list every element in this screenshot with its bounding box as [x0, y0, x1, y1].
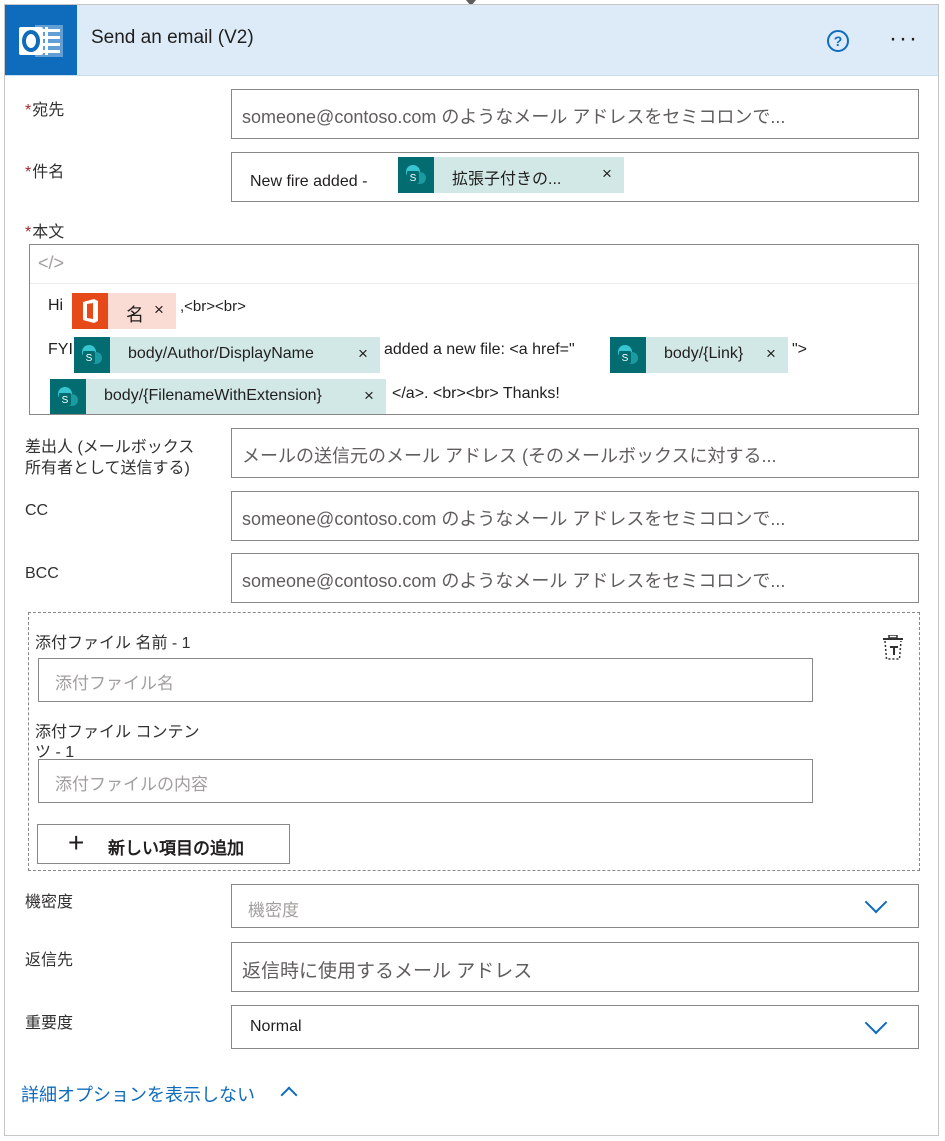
code-view-icon[interactable]: </> — [38, 253, 64, 274]
attachment-name-label: 添付ファイル 名前 - 1 — [35, 635, 191, 652]
from-label: 差出人 (メールボックス 所有者として送信する) — [25, 439, 195, 477]
subject-field[interactable]: New fire added - S 拡張子付きの... × — [231, 152, 919, 202]
required-mark: * — [25, 164, 32, 181]
reply-to-placeholder: 返信時に使用するメール アドレス — [242, 961, 533, 982]
body-toolbar: </> — [30, 245, 918, 284]
attachment-name-placeholder: 添付ファイル名 — [55, 674, 174, 693]
body-token-name[interactable]: 名 × — [72, 293, 176, 329]
add-new-item-label: 新しい項目の追加 — [108, 839, 244, 858]
sharepoint-icon: S — [398, 157, 434, 193]
token-remove-icon[interactable]: × — [766, 344, 776, 364]
to-field[interactable]: someone@contoso.com のようなメール アドレスをセミコロンで.… — [231, 89, 919, 139]
from-field[interactable]: メールの送信元のメール アドレス (そのメールボックスに対する... — [231, 428, 919, 478]
svg-text:S: S — [622, 353, 629, 364]
to-placeholder: someone@contoso.com のようなメール アドレスをセミコロンで.… — [242, 107, 786, 127]
bcc-placeholder: someone@contoso.com のようなメール アドレスをセミコロンで.… — [242, 571, 786, 591]
body-token-link[interactable]: S body/{Link} × — [610, 337, 788, 373]
body-label: *本文 — [25, 224, 65, 241]
required-mark: * — [25, 224, 32, 241]
plus-icon: + — [68, 827, 85, 858]
body-text: "> — [792, 341, 808, 358]
body-text: ,<br><br> — [180, 298, 246, 315]
body-editor[interactable]: </> Hi 名 × ,<br><br> FYI S body/Author/D… — [29, 244, 919, 415]
bcc-field[interactable]: someone@contoso.com のようなメール アドレスをセミコロンで.… — [231, 553, 919, 603]
action-card: Send an email (V2) ? ··· *宛先 someone@con… — [4, 4, 939, 1136]
token-remove-icon[interactable]: × — [364, 386, 374, 406]
svg-text:S: S — [86, 353, 93, 364]
chevron-up-icon[interactable] — [280, 1086, 298, 1104]
cc-placeholder: someone@contoso.com のようなメール アドレスをセミコロンで.… — [242, 509, 786, 529]
svg-text:S: S — [62, 395, 69, 406]
attachment-content-field[interactable]: 添付ファイルの内容 — [38, 759, 813, 803]
token-label: body/Author/DisplayName — [128, 345, 314, 362]
token-label: body/{FilenameWithExtension} — [104, 387, 322, 404]
cc-field[interactable]: someone@contoso.com のようなメール アドレスをセミコロンで.… — [231, 491, 919, 541]
token-label: 名 — [126, 305, 144, 325]
more-options-icon[interactable]: ··· — [889, 25, 919, 53]
help-icon[interactable]: ? — [827, 30, 849, 52]
cc-label: CC — [25, 502, 49, 519]
delete-item-icon[interactable] — [881, 634, 905, 661]
attachment-content-label: 添付ファイル コンテン ツ - 1 — [35, 724, 200, 759]
body-text: Hi — [48, 297, 64, 314]
svg-text:S: S — [410, 173, 417, 184]
card-header[interactable]: Send an email (V2) ? ··· — [5, 5, 938, 76]
reply-to-label: 返信先 — [25, 952, 74, 969]
sensitivity-label: 機密度 — [25, 894, 74, 911]
sensitivity-dropdown[interactable]: 機密度 — [231, 884, 919, 928]
office-icon — [72, 293, 108, 329]
token-label: body/{Link} — [664, 345, 744, 362]
subject-label: *件名 — [25, 164, 65, 181]
body-text: FYI — [48, 341, 73, 358]
subject-token[interactable]: S 拡張子付きの... × — [398, 157, 624, 193]
importance-label: 重要度 — [25, 1015, 74, 1032]
token-label: 拡張子付きの... — [452, 171, 562, 188]
importance-dropdown[interactable]: Normal — [231, 1005, 919, 1049]
attachment-content-placeholder: 添付ファイルの内容 — [55, 775, 208, 794]
attachment-name-field[interactable]: 添付ファイル名 — [38, 658, 813, 702]
token-remove-icon[interactable]: × — [358, 344, 368, 364]
sharepoint-icon: S — [50, 379, 86, 414]
body-token-author[interactable]: S body/Author/DisplayName × — [74, 337, 380, 373]
add-new-item-button[interactable]: + 新しい項目の追加 — [37, 824, 290, 864]
chevron-down-icon — [864, 1011, 888, 1035]
sensitivity-placeholder: 機密度 — [248, 901, 299, 920]
action-title: Send an email (V2) — [91, 27, 254, 48]
token-remove-icon[interactable]: × — [602, 164, 612, 184]
required-mark: * — [25, 102, 32, 119]
token-remove-icon[interactable]: × — [154, 300, 164, 320]
sharepoint-icon: S — [74, 337, 110, 373]
chevron-down-icon — [864, 890, 888, 914]
importance-value: Normal — [250, 1018, 302, 1035]
to-label: *宛先 — [25, 102, 65, 119]
body-text: added a new file: <a href=" — [384, 341, 575, 358]
outlook-icon — [5, 5, 77, 75]
reply-to-field[interactable]: 返信時に使用するメール アドレス — [231, 942, 919, 992]
from-placeholder: メールの送信元のメール アドレス (そのメールボックスに対する... — [242, 446, 777, 466]
body-text: </a>. <br><br> Thanks! — [392, 385, 560, 402]
sharepoint-icon: S — [610, 337, 646, 373]
bcc-label: BCC — [25, 565, 59, 582]
body-token-filename[interactable]: S body/{FilenameWithExtension} × — [50, 379, 386, 414]
hide-advanced-options-link[interactable]: 詳細オプションを表示しない — [21, 1081, 255, 1107]
subject-prefix: New fire added - — [250, 173, 368, 190]
